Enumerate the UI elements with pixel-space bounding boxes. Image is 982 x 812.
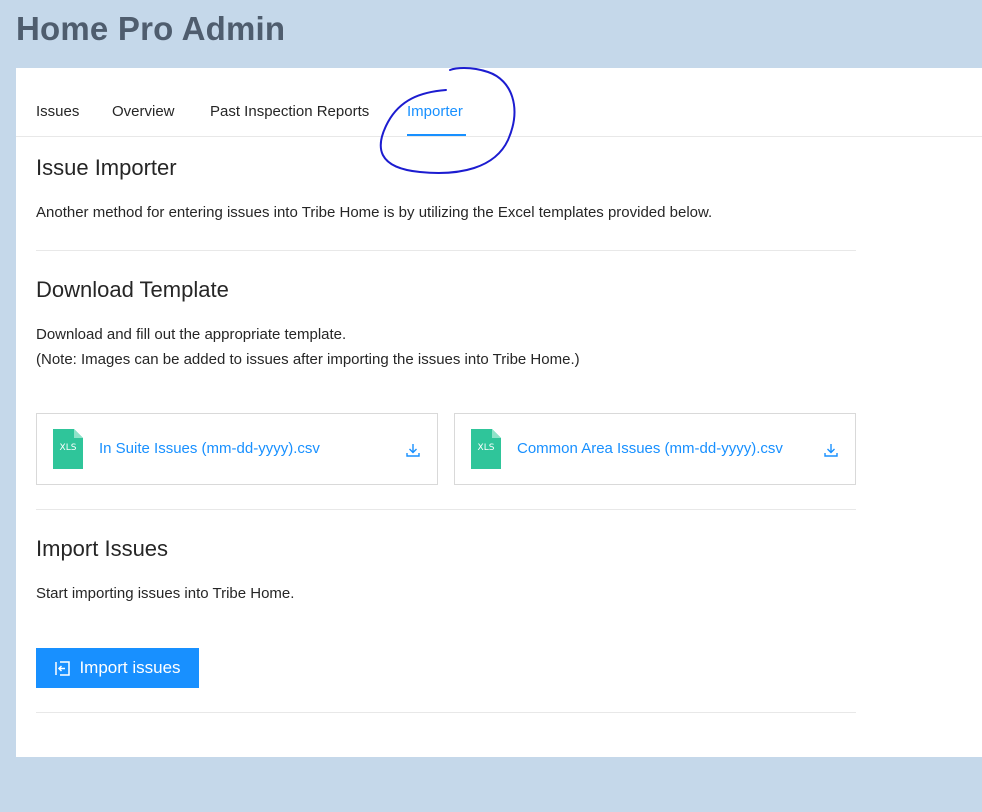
tab-overview[interactable]: Overview <box>112 103 175 120</box>
tab-issues[interactable]: Issues <box>36 103 79 120</box>
download-icon[interactable] <box>405 442 421 458</box>
importer-description: Another method for entering issues into … <box>36 204 713 221</box>
template-file-in-suite[interactable]: XLS In Suite Issues (mm-dd-yyyy).csv <box>36 413 438 485</box>
download-note: (Note: Images can be added to issues aft… <box>36 351 580 368</box>
file-name[interactable]: In Suite Issues (mm-dd-yyyy).csv <box>99 440 320 457</box>
import-description: Start importing issues into Tribe Home. <box>36 585 295 602</box>
divider <box>36 250 856 251</box>
issue-importer-heading: Issue Importer <box>36 155 177 180</box>
active-tab-indicator <box>407 134 466 136</box>
divider <box>36 712 856 713</box>
main-card: Issues Overview Past Inspection Reports … <box>16 68 982 757</box>
file-name[interactable]: Common Area Issues (mm-dd-yyyy).csv <box>517 440 783 457</box>
tab-importer[interactable]: Importer <box>407 103 463 120</box>
template-file-common-area[interactable]: XLS Common Area Issues (mm-dd-yyyy).csv <box>454 413 856 485</box>
import-issues-button[interactable]: Import issues <box>36 648 199 688</box>
xls-file-icon: XLS <box>53 429 83 469</box>
download-template-heading: Download Template <box>36 277 229 302</box>
tab-bar: Issues Overview Past Inspection Reports … <box>16 68 982 137</box>
download-icon[interactable] <box>823 442 839 458</box>
xls-file-icon: XLS <box>471 429 501 469</box>
app-title: Home Pro Admin <box>16 10 286 47</box>
divider <box>36 509 856 510</box>
import-icon <box>55 660 71 676</box>
tab-past-inspection-reports[interactable]: Past Inspection Reports <box>210 103 369 120</box>
download-instruction: Download and fill out the appropriate te… <box>36 326 347 343</box>
import-issues-heading: Import Issues <box>36 536 169 561</box>
import-issues-label: Import issues <box>79 658 181 677</box>
